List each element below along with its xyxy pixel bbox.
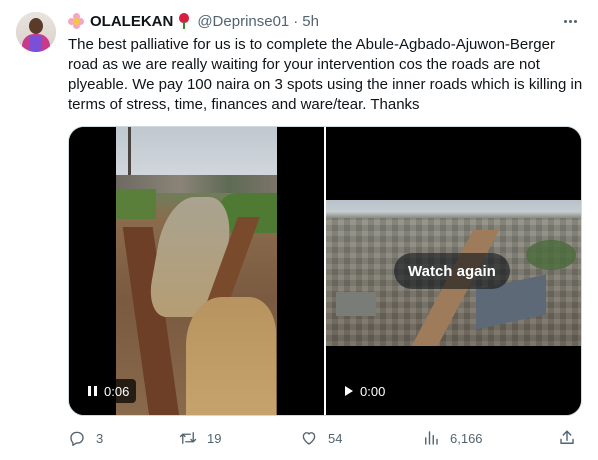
share-button[interactable] [558, 428, 576, 448]
tweet-text: The best palliative for us is to complet… [68, 36, 583, 113]
views-chart-icon [425, 431, 438, 445]
pause-icon [88, 386, 97, 396]
video-1-playback-badge[interactable]: 0:06 [81, 379, 137, 403]
reply-count: 3 [96, 430, 104, 446]
heart-icon [302, 432, 316, 445]
retweet-button[interactable]: 19 [179, 428, 221, 448]
video-player-2[interactable]: Watch again 0:00 [326, 127, 581, 415]
like-count: 54 [328, 430, 343, 446]
tweet-timestamp[interactable]: 5h [302, 13, 319, 30]
watch-again-button[interactable]: Watch again [394, 253, 510, 289]
avatar-detail [30, 36, 42, 52]
video-1-timestamp: 0:06 [104, 383, 130, 399]
share-icon [560, 430, 574, 444]
reply-button[interactable]: 3 [68, 428, 103, 448]
retweet-count: 19 [207, 430, 222, 446]
rose-emoji-icon [177, 13, 191, 29]
author-display-name[interactable]: OLALEKAN [90, 13, 173, 30]
avatar[interactable] [16, 12, 56, 52]
video-player-1[interactable]: 0:06 [69, 127, 324, 415]
video-1-frame [116, 127, 277, 415]
media-grid: 0:06 Watch again 0:00 [68, 126, 582, 416]
avatar-head [29, 18, 43, 34]
video-2-timestamp: 0:00 [360, 383, 386, 399]
view-count: 6,166 [450, 430, 483, 446]
author-handle[interactable]: @Deprinse01 [197, 13, 289, 30]
tweet-actions: 3 19 54 6,166 [68, 428, 582, 448]
views-button[interactable]: 6,166 [422, 428, 483, 448]
more-options-button[interactable] [560, 12, 580, 30]
tweet-header: OLALEKAN @Deprinse01 · 5h [68, 11, 319, 31]
retweet-icon [179, 432, 197, 444]
play-icon [345, 386, 353, 396]
like-button[interactable]: 54 [300, 428, 342, 448]
reply-icon [70, 431, 84, 446]
flower-emoji-icon [68, 13, 84, 29]
header-separator: · [293, 12, 299, 30]
more-horizontal-icon [563, 19, 567, 23]
video-2-playback-badge[interactable]: 0:00 [338, 379, 393, 403]
